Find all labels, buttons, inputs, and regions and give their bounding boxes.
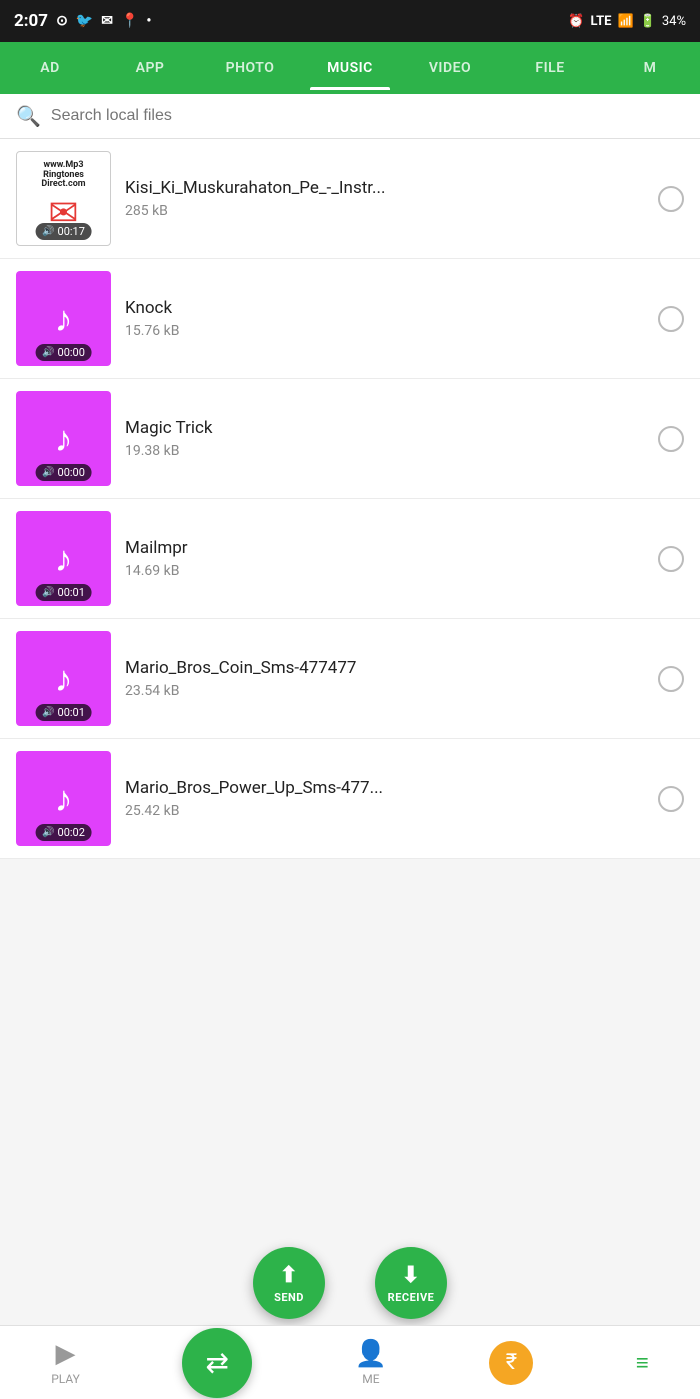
status-time: 2:07 ⊙ 🐦 ✉ 📍 •	[14, 11, 151, 31]
tab-music[interactable]: MUSIC	[300, 46, 400, 90]
list-item: ♪ 🔊 00:01 Mailmpr 14.69 kB	[0, 499, 700, 619]
speaker-icon: 🔊	[42, 226, 54, 237]
receive-label: RECEIVE	[388, 1291, 435, 1304]
tab-more[interactable]: M	[600, 46, 700, 90]
file-size-2: 15.76 kB	[125, 323, 644, 339]
music-note-icon: ♪	[55, 778, 73, 820]
play-icon: ▶	[56, 1339, 76, 1369]
select-radio-6[interactable]	[658, 786, 684, 812]
speaker-icon: 🔊	[42, 587, 54, 598]
file-size-4: 14.69 kB	[125, 563, 644, 579]
me-label: ME	[362, 1372, 379, 1386]
tab-app[interactable]: APP	[100, 46, 200, 90]
file-name-3: Magic Trick	[125, 418, 644, 438]
nav-tabs: AD APP PHOTO MUSIC VIDEO FILE M	[0, 42, 700, 94]
chrome-icon: ⊙	[56, 13, 68, 29]
file-name-5: Mario_Bros_Coin_Sms-477477	[125, 658, 644, 678]
play-label: PLAY	[51, 1372, 80, 1386]
file-name-6: Mario_Bros_Power_Up_Sms-477...	[125, 778, 644, 798]
receive-button[interactable]: ⬇ RECEIVE	[375, 1247, 447, 1319]
tab-file[interactable]: FILE	[500, 46, 600, 90]
list-item: ♪ 🔊 00:02 Mario_Bros_Power_Up_Sms-477...…	[0, 739, 700, 859]
ringtones-thumbnail: www.Mp3 Ringtones Direct.com ✉ 🔊 00:17	[16, 151, 111, 246]
music-note-icon: ♪	[55, 658, 73, 700]
file-name-2: Knock	[125, 298, 644, 318]
duration-badge-1: 🔊 00:17	[35, 223, 92, 240]
select-radio-2[interactable]	[658, 306, 684, 332]
file-size-5: 23.54 kB	[125, 683, 644, 699]
speaker-icon: 🔊	[42, 707, 54, 718]
music-thumbnail-2: ♪ 🔊 00:00	[16, 271, 111, 366]
signal-icon: 📶	[617, 14, 633, 29]
lte-indicator: LTE	[591, 14, 612, 29]
coin-button[interactable]: ₹	[489, 1341, 533, 1385]
duration-badge-3: 🔊 00:00	[35, 464, 92, 481]
bottom-nav: ▶ PLAY ⇄ 👤 ME ₹ ≡	[0, 1325, 700, 1399]
file-size-1: 285 kB	[125, 203, 644, 219]
tab-ad[interactable]: AD	[0, 46, 100, 90]
duration-badge-2: 🔊 00:00	[35, 344, 92, 361]
send-button[interactable]: ⬆ SEND	[253, 1247, 325, 1319]
nav-play[interactable]: ▶ PLAY	[51, 1339, 80, 1386]
dot-indicator: •	[146, 13, 151, 29]
file-info-3: Magic Trick 19.38 kB	[125, 418, 644, 459]
music-note-icon: ♪	[55, 418, 73, 460]
select-radio-1[interactable]	[658, 186, 684, 212]
speaker-icon: 🔊	[42, 827, 54, 838]
file-info-1: Kisi_Ki_Muskurahaton_Pe_-_Instr... 285 k…	[125, 178, 644, 219]
file-size-6: 25.42 kB	[125, 803, 644, 819]
rupee-icon: ₹	[506, 1350, 517, 1375]
music-thumbnail-6: ♪ 🔊 00:02	[16, 751, 111, 846]
tab-video[interactable]: VIDEO	[400, 46, 500, 90]
file-name-1: Kisi_Ki_Muskurahaton_Pe_-_Instr...	[125, 178, 644, 198]
time-display: 2:07	[14, 11, 48, 31]
list-item: ♪ 🔊 00:00 Magic Trick 19.38 kB	[0, 379, 700, 499]
mail-icon: ✉	[101, 13, 113, 29]
duration-badge-4: 🔊 00:01	[35, 584, 92, 601]
music-note-icon: ♪	[55, 538, 73, 580]
file-size-3: 19.38 kB	[125, 443, 644, 459]
ringtones-label: www.Mp3 Ringtones Direct.com	[41, 161, 85, 191]
music-note-icon: ♪	[55, 298, 73, 340]
menu-bars-icon[interactable]: ≡	[636, 1350, 649, 1376]
maps-icon: 📍	[121, 13, 138, 29]
nav-me[interactable]: 👤 ME	[355, 1339, 387, 1386]
select-radio-4[interactable]	[658, 546, 684, 572]
person-icon: 👤	[355, 1339, 387, 1369]
tab-photo[interactable]: PHOTO	[200, 46, 300, 90]
send-label: SEND	[274, 1291, 304, 1304]
file-info-5: Mario_Bros_Coin_Sms-477477 23.54 kB	[125, 658, 644, 699]
list-item: ♪ 🔊 00:01 Mario_Bros_Coin_Sms-477477 23.…	[0, 619, 700, 739]
search-input[interactable]	[51, 107, 684, 125]
alarm-icon: ⏰	[568, 14, 584, 29]
speaker-icon: 🔊	[42, 347, 54, 358]
battery-icon: 🔋	[640, 14, 656, 29]
speaker-icon: 🔊	[42, 467, 54, 478]
duration-badge-5: 🔊 00:01	[35, 704, 92, 721]
status-right: ⏰ LTE 📶 🔋 34%	[568, 14, 686, 29]
select-radio-5[interactable]	[658, 666, 684, 692]
search-bar: 🔍	[0, 94, 700, 139]
music-thumbnail-4: ♪ 🔊 00:01	[16, 511, 111, 606]
file-list: www.Mp3 Ringtones Direct.com ✉ 🔊 00:17 K…	[0, 139, 700, 859]
file-info-4: Mailmpr 14.69 kB	[125, 538, 644, 579]
music-thumbnail-3: ♪ 🔊 00:00	[16, 391, 111, 486]
list-item: www.Mp3 Ringtones Direct.com ✉ 🔊 00:17 K…	[0, 139, 700, 259]
select-radio-3[interactable]	[658, 426, 684, 452]
file-info-6: Mario_Bros_Power_Up_Sms-477... 25.42 kB	[125, 778, 644, 819]
receive-icon: ⬇	[402, 1263, 421, 1288]
duration-badge-6: 🔊 00:02	[35, 824, 92, 841]
fab-row: ⬆ SEND ⬇ RECEIVE	[253, 1247, 447, 1319]
battery-level: 34%	[662, 14, 686, 29]
search-icon: 🔍	[16, 104, 41, 128]
file-info-2: Knock 15.76 kB	[125, 298, 644, 339]
send-icon: ⬆	[280, 1263, 299, 1288]
music-thumbnail-5: ♪ 🔊 00:01	[16, 631, 111, 726]
nav-transfer-center[interactable]: ⇄	[182, 1328, 252, 1398]
twitter-icon: 🐦	[76, 13, 93, 29]
status-bar: 2:07 ⊙ 🐦 ✉ 📍 • ⏰ LTE 📶 🔋 34%	[0, 0, 700, 42]
transfer-icon: ⇄	[206, 1346, 229, 1379]
list-item: ♪ 🔊 00:00 Knock 15.76 kB	[0, 259, 700, 379]
file-name-4: Mailmpr	[125, 538, 644, 558]
